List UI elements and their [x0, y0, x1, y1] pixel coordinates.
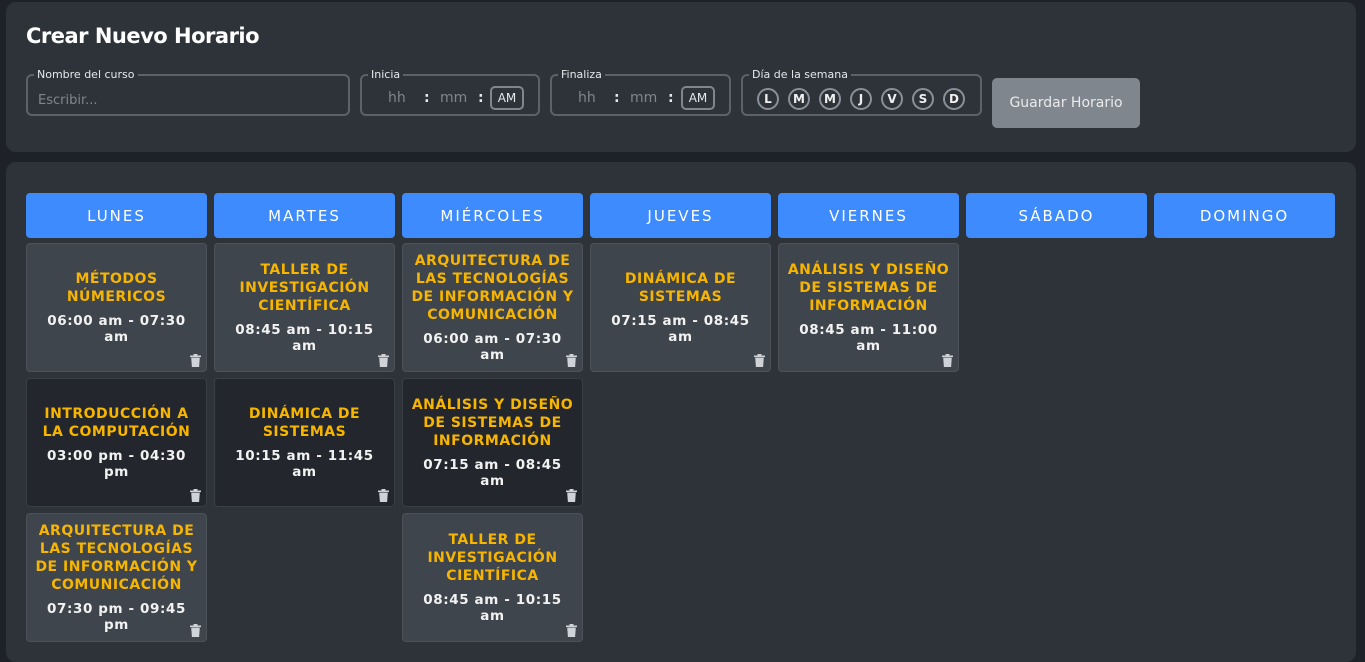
trash-icon[interactable]: [190, 487, 201, 502]
course-name-input[interactable]: [36, 86, 340, 114]
day-header-jueves: JUEVES: [590, 193, 771, 238]
course-name: DINÁMICA DE SISTEMAS: [248, 406, 361, 440]
course-name: TALLER DE INVESTIGACIÓN CIENTÍFICA: [427, 532, 558, 584]
trash-icon[interactable]: [378, 487, 389, 502]
schedule-card: MÉTODOS NÚMERICOS 06:00 am - 07:30 am: [26, 243, 207, 372]
save-schedule-button[interactable]: Guardar Horario: [992, 78, 1140, 128]
trash-icon[interactable]: [754, 352, 765, 367]
end-time-separator: :: [614, 90, 620, 106]
day-header-viernes: VIERNES: [778, 193, 959, 238]
course-name-label: Nombre del curso: [37, 68, 135, 81]
trash-icon[interactable]: [942, 352, 953, 367]
course-time: 08:45 am - 10:15 am: [235, 322, 374, 354]
start-time-label: Inicia: [371, 68, 401, 81]
course-name: MÉTODOS NÚMERICOS: [66, 271, 167, 305]
day-header-martes: MARTES: [214, 193, 395, 238]
course-name: INTRODUCCIÓN A LA COMPUTACIÓN: [42, 406, 191, 440]
course-time: 08:45 am - 10:15 am: [423, 592, 562, 624]
course-time: 08:45 am - 11:00 am: [799, 322, 938, 354]
start-time-separator-2: :: [478, 90, 484, 106]
course-time: 06:00 am - 07:30 am: [47, 313, 186, 345]
day-header-sabado: SÁBADO: [966, 193, 1147, 238]
schedule-grid: LUNES MARTES MIÉRCOLES JUEVES VIERNES SÁBADO D…: [6, 162, 1356, 662]
schedule-card: INTRODUCCIÓN A LA COMPUTACIÓN 03:00 pm - …: [26, 378, 207, 507]
weekday-option-sabado[interactable]: S: [912, 88, 934, 110]
trash-icon[interactable]: [378, 352, 389, 367]
course-name: ARQUITECTURA DE LAS TECNOLOGÍAS DE INFOR…: [35, 523, 198, 593]
end-ampm-toggle[interactable]: AM: [681, 86, 715, 110]
course-time: 07:15 am - 08:45 am: [611, 313, 750, 345]
end-minute-input[interactable]: mm: [630, 90, 657, 106]
schedule-card: ANÁLISIS Y DISEÑO DE SISTEMAS DE INFORMA…: [778, 243, 959, 372]
start-time-picker: hh : mm : AM: [362, 85, 538, 113]
weekday-option-viernes[interactable]: V: [881, 88, 903, 110]
course-time: 07:15 am - 08:45 am: [423, 457, 562, 489]
weekday-label: Día de la semana: [752, 68, 848, 81]
course-time: 03:00 pm - 04:30 pm: [47, 448, 186, 480]
day-header-lunes: LUNES: [26, 193, 207, 238]
trash-icon[interactable]: [190, 622, 201, 637]
course-time: 10:15 am - 11:45 am: [235, 448, 374, 480]
course-name-fieldset: Nombre del curso: [26, 68, 350, 116]
start-hour-input[interactable]: hh: [388, 90, 406, 106]
weekday-option-jueves[interactable]: J: [850, 88, 872, 110]
start-time-fieldset: Inicia hh : mm : AM: [360, 68, 540, 116]
weekday-option-martes[interactable]: M: [788, 88, 810, 110]
weekday-option-miercoles[interactable]: M: [819, 88, 841, 110]
end-time-picker: hh : mm : AM: [552, 85, 729, 113]
day-header-miercoles: MIÉRCOLES: [402, 193, 583, 238]
schedule-card: ARQUITECTURA DE LAS TECNOLOGÍAS DE INFOR…: [402, 243, 583, 372]
end-time-separator-2: :: [668, 90, 674, 106]
weekday-option-domingo[interactable]: D: [943, 88, 965, 110]
end-time-fieldset: Finaliza hh : mm : AM: [550, 68, 731, 116]
schedule-card: ARQUITECTURA DE LAS TECNOLOGÍAS DE INFOR…: [26, 513, 207, 642]
course-name: DINÁMICA DE SISTEMAS: [624, 271, 737, 305]
schedule-card: DINÁMICA DE SISTEMAS 10:15 am - 11:45 am: [214, 378, 395, 507]
start-minute-input[interactable]: mm: [440, 90, 467, 106]
trash-icon[interactable]: [190, 352, 201, 367]
course-name: ANÁLISIS Y DISEÑO DE SISTEMAS DE INFORMA…: [411, 397, 574, 449]
schedule-card: ANÁLISIS Y DISEÑO DE SISTEMAS DE INFORMA…: [402, 378, 583, 507]
trash-icon[interactable]: [566, 352, 577, 367]
trash-icon[interactable]: [566, 622, 577, 637]
weekday-fieldset: Día de la semana L M M J V S D: [741, 68, 982, 116]
course-name: ARQUITECTURA DE LAS TECNOLOGÍAS DE INFOR…: [411, 253, 574, 323]
course-name: ANÁLISIS Y DISEÑO DE SISTEMAS DE INFORMA…: [787, 262, 950, 314]
weekday-option-lunes[interactable]: L: [757, 88, 779, 110]
course-time: 06:00 am - 07:30 am: [423, 331, 562, 363]
day-header-domingo: DOMINGO: [1154, 193, 1335, 238]
create-schedule-panel: Crear Nuevo Horario Nombre del curso Ini…: [6, 2, 1356, 152]
trash-icon[interactable]: [566, 487, 577, 502]
weekday-selector: L M M J V S D: [743, 85, 980, 113]
end-hour-input[interactable]: hh: [578, 90, 596, 106]
end-time-label: Finaliza: [561, 68, 602, 81]
start-time-separator: :: [424, 90, 430, 106]
start-ampm-toggle[interactable]: AM: [490, 86, 524, 110]
schedule-card: DINÁMICA DE SISTEMAS 07:15 am - 08:45 am: [590, 243, 771, 372]
page-title: Crear Nuevo Horario: [26, 24, 260, 48]
course-name: TALLER DE INVESTIGACIÓN CIENTÍFICA: [239, 262, 370, 314]
schedule-card: TALLER DE INVESTIGACIÓN CIENTÍFICA 08:45 …: [214, 243, 395, 372]
course-time: 07:30 pm - 09:45 pm: [47, 601, 186, 633]
schedule-card: TALLER DE INVESTIGACIÓN CIENTÍFICA 08:45 …: [402, 513, 583, 642]
